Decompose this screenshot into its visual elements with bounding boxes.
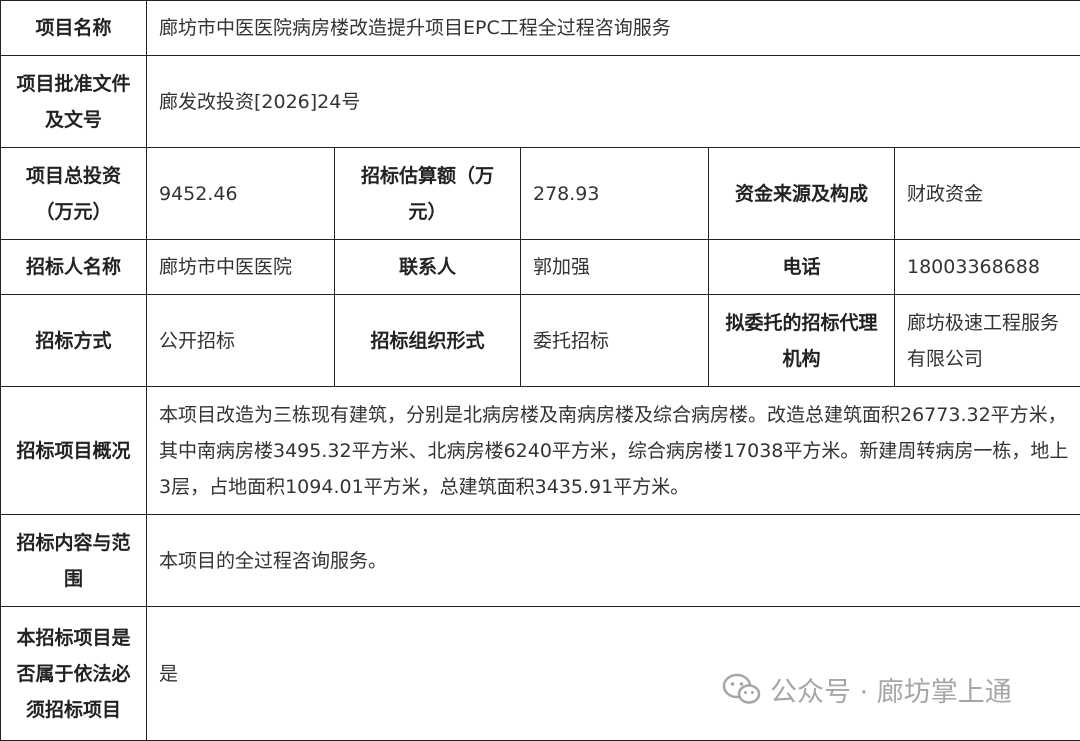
contact-value: 郭加强 [521,240,709,295]
row-approval-doc: 项目批准文件及文号 廊发改投资[2026]24号 [1,56,1080,148]
tenderer-value: 廊坊市中医医院 [147,240,335,295]
contact-label: 联系人 [335,240,521,295]
row-investment: 项目总投资（万元） 9452.46 招标估算额（万元） 278.93 资金来源及… [1,148,1080,240]
organization-form-label: 招标组织形式 [335,295,521,387]
agency-value: 廊坊极速工程服务有限公司 [895,295,1080,387]
overview-value: 本项目改造为三栋现有建筑，分别是北病房楼及南病房楼及综合病房楼。改造总建筑面积2… [147,387,1080,515]
row-project-name: 项目名称 廊坊市中医医院病房楼改造提升项目EPC工程全过程咨询服务 [1,1,1080,56]
fund-source-label: 资金来源及构成 [709,148,895,240]
row-scope: 招标内容与范围 本项目的全过程咨询服务。 [1,515,1080,607]
total-investment-value: 9452.46 [147,148,335,240]
total-investment-label: 项目总投资（万元） [1,148,147,240]
bidding-method-value: 公开招标 [147,295,335,387]
project-name-value: 廊坊市中医医院病房楼改造提升项目EPC工程全过程咨询服务 [147,1,1080,56]
row-tenderer: 招标人名称 廊坊市中医医院 联系人 郭加强 电话 18003368688 [1,240,1080,295]
row-mandatory: 本招标项目是否属于依法必须招标项目 是 [1,607,1080,741]
row-overview: 招标项目概况 本项目改造为三栋现有建筑，分别是北病房楼及南病房楼及综合病房楼。改… [1,387,1080,515]
mandatory-value: 是 [147,607,1080,741]
phone-label: 电话 [709,240,895,295]
row-bidding-method: 招标方式 公开招标 招标组织形式 委托招标 拟委托的招标代理机构 廊坊极速工程服… [1,295,1080,387]
mandatory-label: 本招标项目是否属于依法必须招标项目 [1,607,147,741]
overview-label: 招标项目概况 [1,387,147,515]
organization-form-value: 委托招标 [521,295,709,387]
bid-estimate-label: 招标估算额（万元） [335,148,521,240]
project-name-label: 项目名称 [1,1,147,56]
project-info-table: 项目名称 廊坊市中医医院病房楼改造提升项目EPC工程全过程咨询服务 项目批准文件… [0,0,1080,741]
approval-doc-label: 项目批准文件及文号 [1,56,147,148]
scope-label: 招标内容与范围 [1,515,147,607]
phone-value: 18003368688 [895,240,1080,295]
approval-doc-value: 廊发改投资[2026]24号 [147,56,1080,148]
tenderer-label: 招标人名称 [1,240,147,295]
fund-source-value: 财政资金 [895,148,1080,240]
agency-label: 拟委托的招标代理机构 [709,295,895,387]
bid-estimate-value: 278.93 [521,148,709,240]
scope-value: 本项目的全过程咨询服务。 [147,515,1080,607]
bidding-method-label: 招标方式 [1,295,147,387]
